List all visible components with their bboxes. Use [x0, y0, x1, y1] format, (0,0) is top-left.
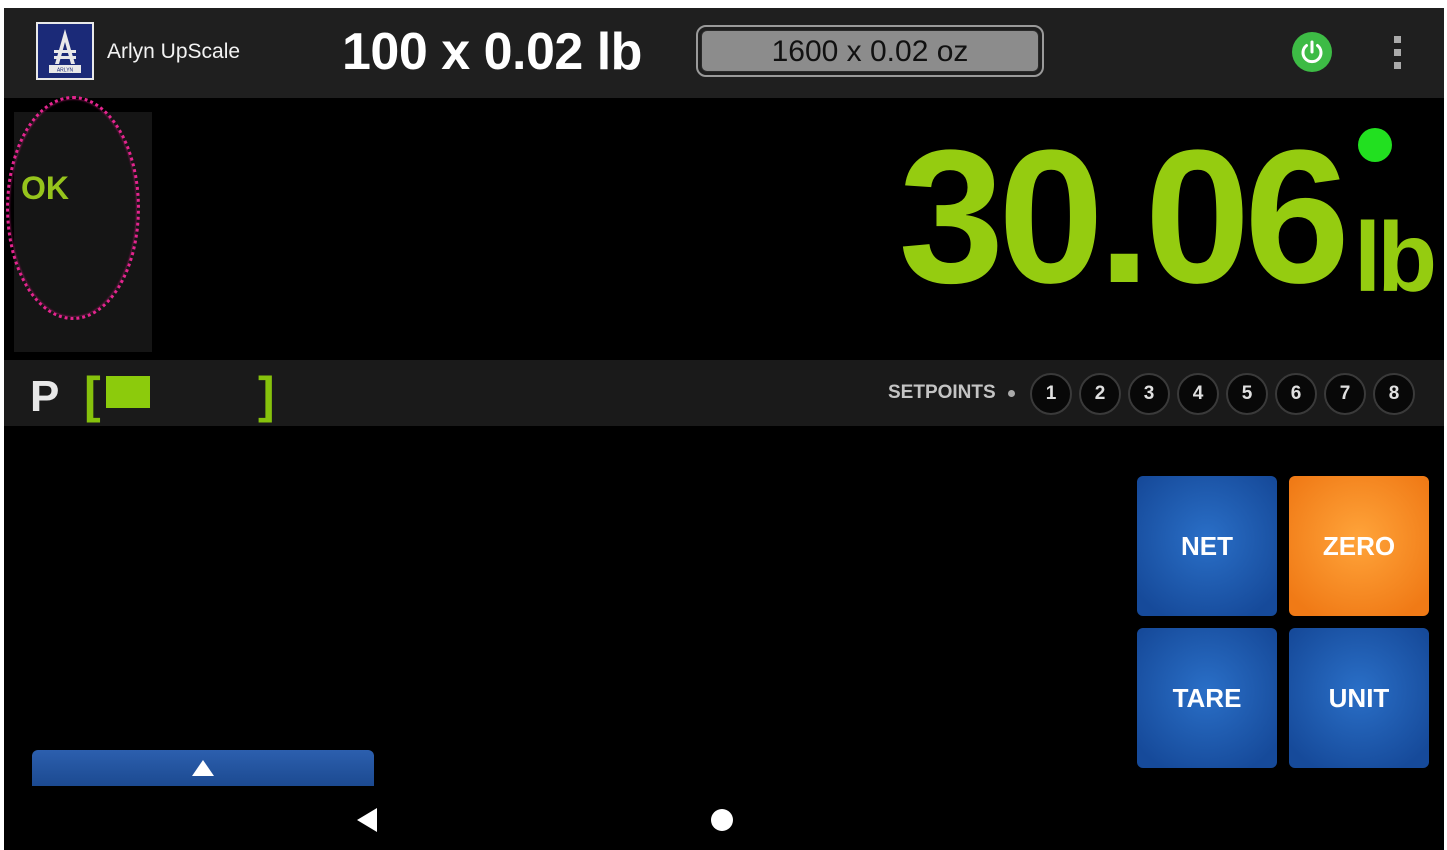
capacity-secondary-button[interactable]: 1600 x 0.02 oz: [696, 25, 1044, 77]
tare-button[interactable]: TARE: [1137, 628, 1277, 768]
setpoint-5[interactable]: 5: [1226, 373, 1268, 415]
home-circle-icon[interactable]: [711, 809, 733, 831]
setpoint-6[interactable]: 6: [1275, 373, 1317, 415]
setpoints-label: SETPOINTS: [888, 382, 996, 403]
drawer-toggle-button[interactable]: [32, 750, 374, 786]
setpoint-4[interactable]: 4: [1177, 373, 1219, 415]
setpoints-dot-icon: [1008, 390, 1015, 397]
top-bar: ARLYN Arlyn UpScale 100 x 0.02 lb 1600 x…: [4, 8, 1444, 98]
progress-fill: [106, 376, 150, 408]
zero-button[interactable]: ZERO: [1289, 476, 1429, 616]
ok-annotation-ring: [6, 96, 140, 320]
progress-setpoint-bar: P [ ] SETPOINTS 1 2 3 4 5 6 7 8: [4, 360, 1444, 426]
stable-indicator-icon: [1358, 128, 1392, 162]
back-triangle-icon[interactable]: [357, 808, 377, 832]
logo-text: ARLYN: [57, 68, 74, 74]
progress-label: P: [30, 372, 60, 421]
more-vert-icon[interactable]: [1388, 32, 1408, 74]
weight-unit: lb: [1354, 202, 1437, 312]
weight-value: 30.06: [898, 111, 1350, 323]
progress-open-bracket: [: [84, 367, 101, 423]
progress-close-bracket: ]: [258, 367, 275, 423]
arlyn-logo: ARLYN: [36, 22, 94, 80]
unit-button[interactable]: UNIT: [1289, 628, 1429, 768]
capacity-primary[interactable]: 100 x 0.02 lb: [342, 22, 642, 82]
setpoint-8[interactable]: 8: [1373, 373, 1415, 415]
app-title: Arlyn UpScale: [107, 40, 241, 63]
capacity-secondary-label: 1600 x 0.02 oz: [701, 30, 1039, 72]
setpoint-2[interactable]: 2: [1079, 373, 1121, 415]
power-icon[interactable]: [1292, 32, 1332, 72]
triangle-up-icon: [192, 760, 214, 776]
setpoint-1[interactable]: 1: [1030, 373, 1072, 415]
net-button[interactable]: NET: [1137, 476, 1277, 616]
setpoint-3[interactable]: 3: [1128, 373, 1170, 415]
scale-screen: ARLYN Arlyn UpScale 100 x 0.02 lb 1600 x…: [4, 8, 1444, 850]
setpoint-7[interactable]: 7: [1324, 373, 1366, 415]
